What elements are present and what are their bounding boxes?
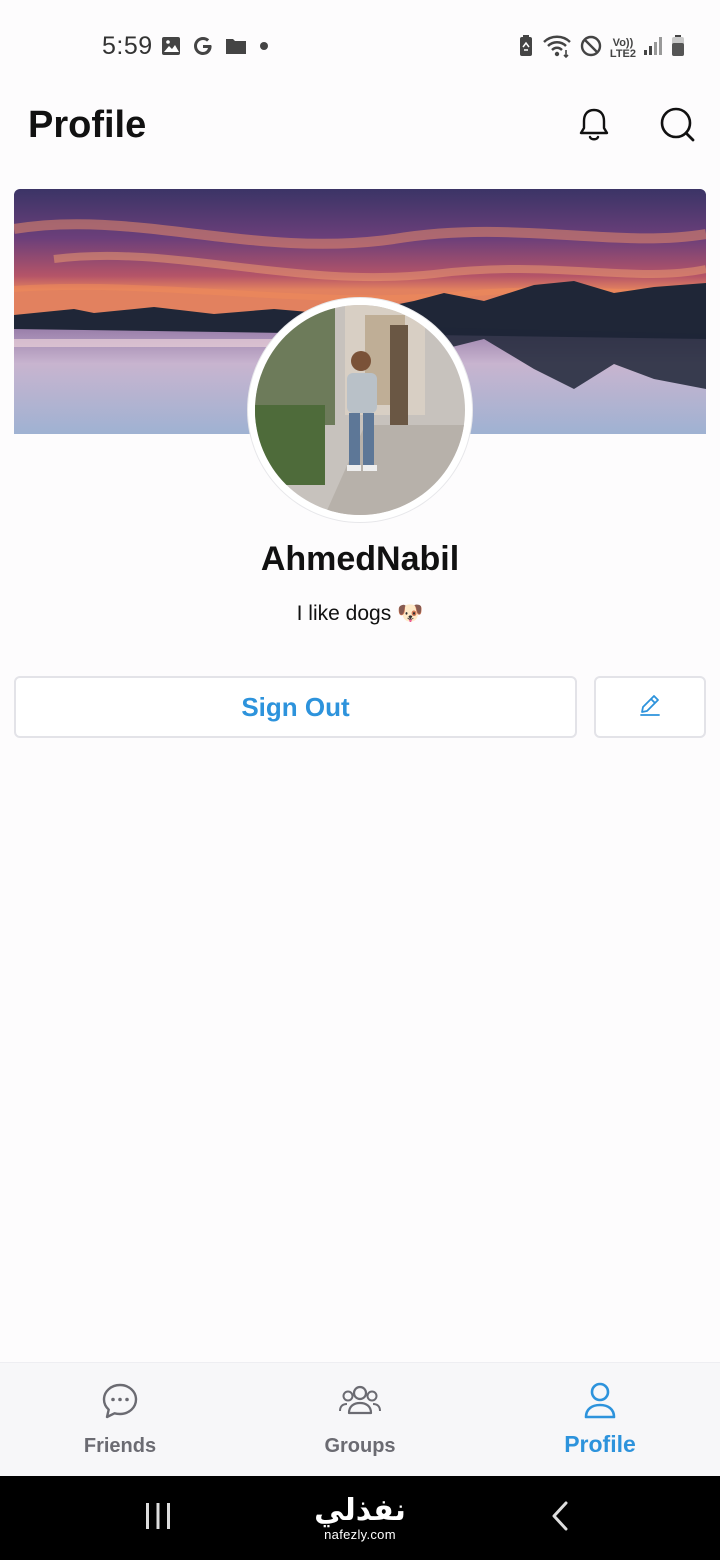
tab-friends[interactable]: Friends [0,1363,240,1477]
group-icon [338,1381,382,1421]
edit-profile-button[interactable] [594,676,706,738]
back-button[interactable] [540,1496,580,1540]
search-button[interactable] [655,104,701,150]
sign-out-label: Sign Out [241,691,350,722]
wifi-icon [542,33,572,64]
volte-bottom-text: LTE2 [609,47,636,60]
google-icon [191,34,215,63]
bottom-tab-bar: Friends Groups Profile [0,1362,720,1476]
notifications-button[interactable] [571,104,617,150]
tab-friends-label: Friends [83,1435,157,1457]
sign-out-button[interactable]: Sign Out [14,676,577,738]
tab-groups[interactable]: Groups [240,1363,480,1477]
status-left-icons [160,34,271,63]
tab-groups-label: Groups [324,1435,396,1457]
user-icon [582,1381,618,1421]
back-icon [548,1500,572,1537]
search-icon [658,105,698,150]
battery-saver-icon [517,33,535,64]
signal-icon [643,35,663,62]
dog-emoji: 🐶 [397,602,424,625]
bell-icon [576,106,612,149]
watermark-url: nafezly.com [324,1527,396,1542]
avatar-ring [248,298,472,522]
recent-apps-icon [142,1501,174,1536]
profile-bio: I like dogs 🐶 [0,602,720,626]
chat-bubble-icon [100,1381,140,1421]
volte-top-text: Vo)) [612,36,634,49]
image-icon [160,35,182,62]
pencil-icon [637,692,663,723]
avatar[interactable] [255,305,465,515]
page-title: Profile [28,104,147,146]
volte-icon: Vo)) LTE2 [609,36,636,60]
dot-icon [257,39,271,58]
tab-profile[interactable]: Profile [480,1363,720,1477]
status-right-icons: Vo)) LTE2 [517,33,686,64]
battery-icon [670,33,686,64]
do-not-disturb-icon [579,34,603,63]
folder-icon [224,35,248,62]
status-bar: 5:59 Vo)) LTE2 [0,0,720,95]
recent-apps-button[interactable] [138,1496,178,1540]
profile-username: AhmedNabil [260,540,460,578]
status-time: 5:59 [102,32,153,60]
watermark-arabic: نفذلي [314,1494,406,1527]
watermark: نفذلي nafezly.com [300,1494,420,1542]
bio-text: I like dogs [296,602,392,625]
tab-profile-label: Profile [564,1431,636,1457]
